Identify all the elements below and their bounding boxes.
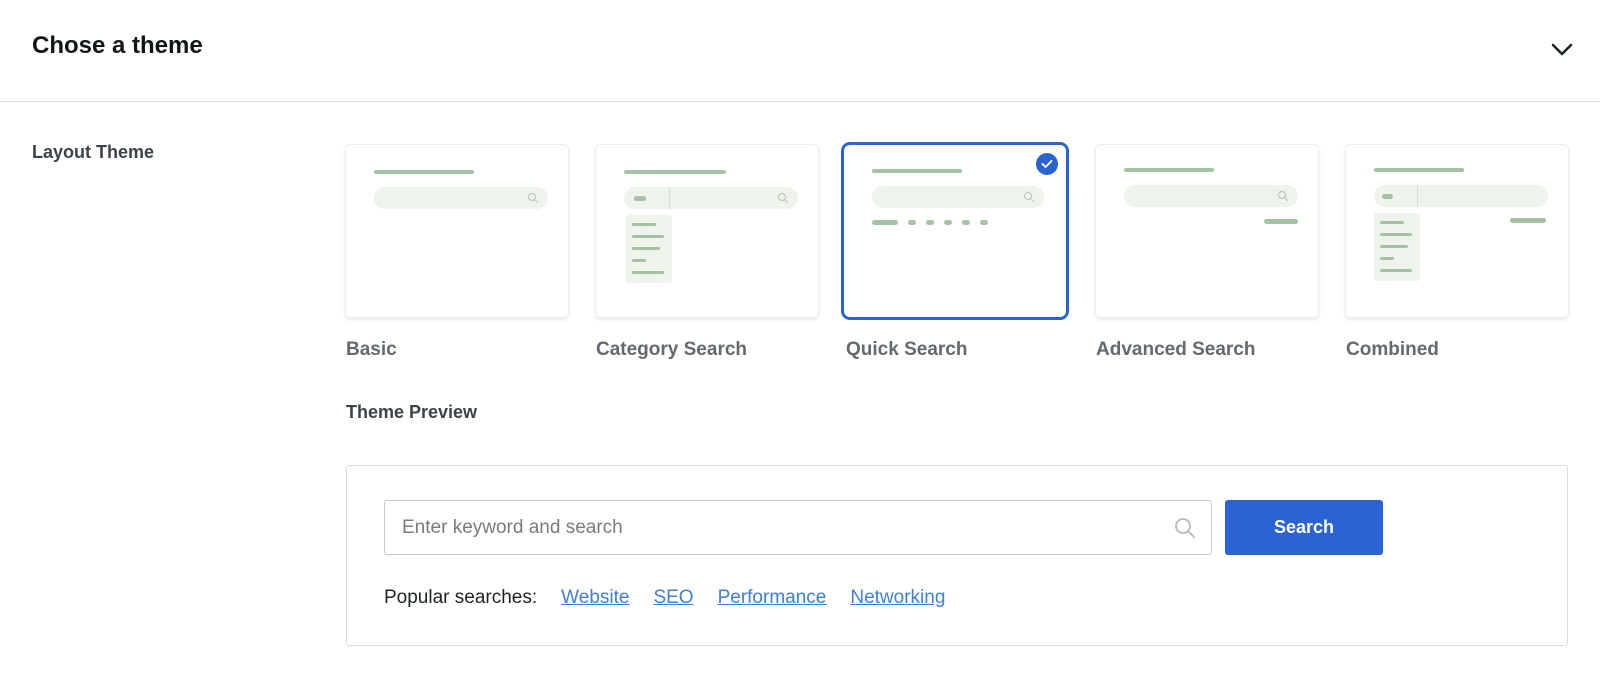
- theme-label: Advanced Search: [1096, 339, 1256, 360]
- theme-label: Quick Search: [846, 339, 968, 360]
- search-button[interactable]: Search: [1225, 500, 1383, 555]
- theme-preview-panel: Search Popular searches: Website SEO Per…: [346, 465, 1568, 646]
- theme-thumbnail-advanced-search[interactable]: [1096, 145, 1318, 317]
- search-input[interactable]: [385, 501, 1211, 554]
- thumb-list-line: [1380, 233, 1412, 236]
- thumb-list-line: [1380, 245, 1408, 248]
- search-icon: [1277, 190, 1289, 202]
- theme-label: Category Search: [596, 339, 748, 360]
- search-field: [384, 500, 1212, 555]
- thumb-title-bar: [1374, 168, 1464, 172]
- thumb-quick-link: [962, 220, 970, 225]
- popular-link-website[interactable]: Website: [561, 587, 629, 609]
- thumb-list-line: [632, 235, 664, 238]
- thumb-quick-link: [944, 220, 952, 225]
- theme-option-advanced-search[interactable]: Advanced Search: [1096, 145, 1318, 360]
- thumb-title-bar: [1124, 168, 1214, 172]
- thumb-search-bar: [1124, 185, 1298, 207]
- thumb-quick-link: [926, 220, 934, 225]
- thumb-divider: [669, 187, 670, 209]
- theme-thumbnail-quick-search[interactable]: [844, 145, 1066, 317]
- thumb-list-line: [1380, 221, 1404, 224]
- search-icon: [1175, 518, 1195, 538]
- popular-link-seo[interactable]: SEO: [653, 587, 693, 609]
- popular-searches: Popular searches: Website SEO Performanc…: [384, 587, 969, 609]
- theme-option-category-search[interactable]: Category Search: [596, 145, 818, 360]
- thumb-quick-link: [980, 220, 988, 225]
- thumb-quick-link: [872, 220, 898, 225]
- layout-theme-label: Layout Theme: [32, 142, 155, 162]
- thumb-title-bar: [624, 170, 726, 174]
- theme-option-combined[interactable]: Combined: [1346, 145, 1568, 360]
- thumb-divider: [1417, 185, 1418, 207]
- collapse-toggle-button[interactable]: [1546, 34, 1578, 66]
- theme-label: Combined: [1346, 339, 1439, 360]
- chevron-down-icon: [1551, 43, 1573, 56]
- popular-link-performance[interactable]: Performance: [718, 587, 827, 609]
- thumb-title-bar: [872, 169, 962, 173]
- thumb-category-pill: [1382, 194, 1393, 199]
- popular-searches-label: Popular searches:: [384, 587, 538, 608]
- thumb-advanced-link: [1510, 218, 1546, 223]
- theme-preview-title: Theme Preview: [346, 402, 478, 422]
- theme-thumbnail-combined[interactable]: [1346, 145, 1568, 317]
- thumb-list-line: [1380, 269, 1412, 272]
- thumb-quick-link: [908, 220, 916, 225]
- thumb-search-bar: [872, 186, 1044, 208]
- thumb-list-line: [1380, 257, 1394, 260]
- search-icon: [777, 192, 789, 204]
- theme-thumbnail-basic[interactable]: [346, 145, 568, 317]
- section-header: Chose a theme: [0, 0, 1600, 102]
- theme-options: Basic Category Search Quick Search Advan…: [346, 145, 1568, 365]
- thumb-title-bar: [374, 170, 474, 174]
- theme-option-basic[interactable]: Basic: [346, 145, 568, 360]
- theme-label: Basic: [346, 339, 397, 360]
- thumb-list-line: [632, 259, 646, 262]
- thumb-list-line: [632, 247, 660, 250]
- theme-option-quick-search[interactable]: Quick Search: [844, 145, 1066, 360]
- thumb-search-bar: [374, 187, 548, 209]
- thumb-list-line: [632, 271, 664, 274]
- thumb-advanced-link: [1264, 219, 1298, 224]
- selected-check-icon: [1036, 153, 1058, 175]
- section-title: Chose a theme: [32, 32, 203, 59]
- search-icon: [1023, 191, 1035, 203]
- thumb-category-pill: [634, 196, 646, 201]
- thumb-search-bar: [624, 187, 798, 209]
- popular-link-networking[interactable]: Networking: [850, 587, 945, 609]
- thumb-search-bar: [1374, 185, 1548, 207]
- theme-thumbnail-category-search[interactable]: [596, 145, 818, 317]
- thumb-list-line: [632, 223, 656, 226]
- search-icon: [527, 192, 539, 204]
